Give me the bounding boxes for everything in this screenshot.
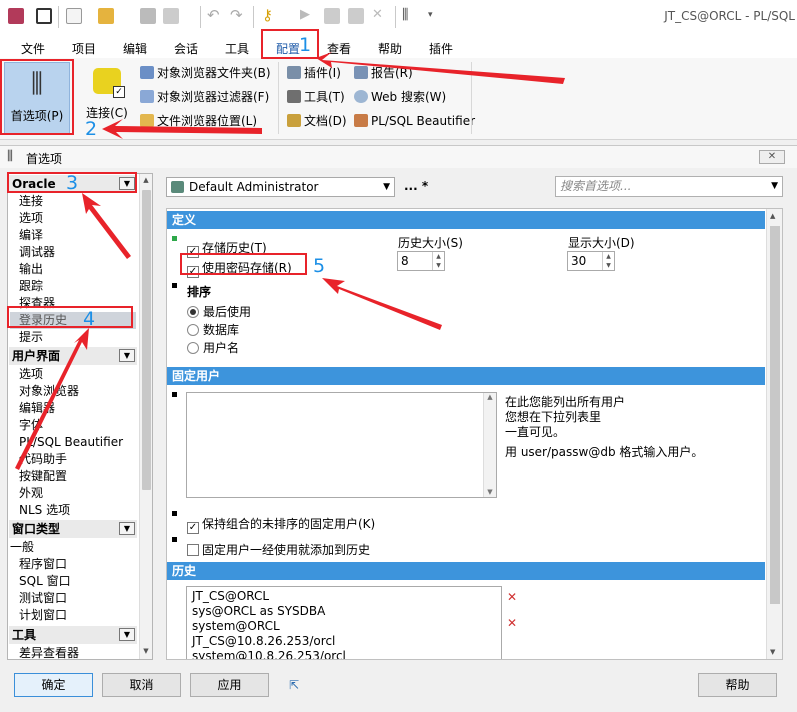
- annotation-arrow-2: [102, 119, 262, 139]
- annotation-arrow-3: [82, 193, 131, 259]
- annotation-arrow-1: [316, 52, 565, 84]
- annotation-arrows: [15, 52, 565, 470]
- annotation-arrow-5: [322, 278, 442, 330]
- annotation-arrow-4: [15, 328, 89, 470]
